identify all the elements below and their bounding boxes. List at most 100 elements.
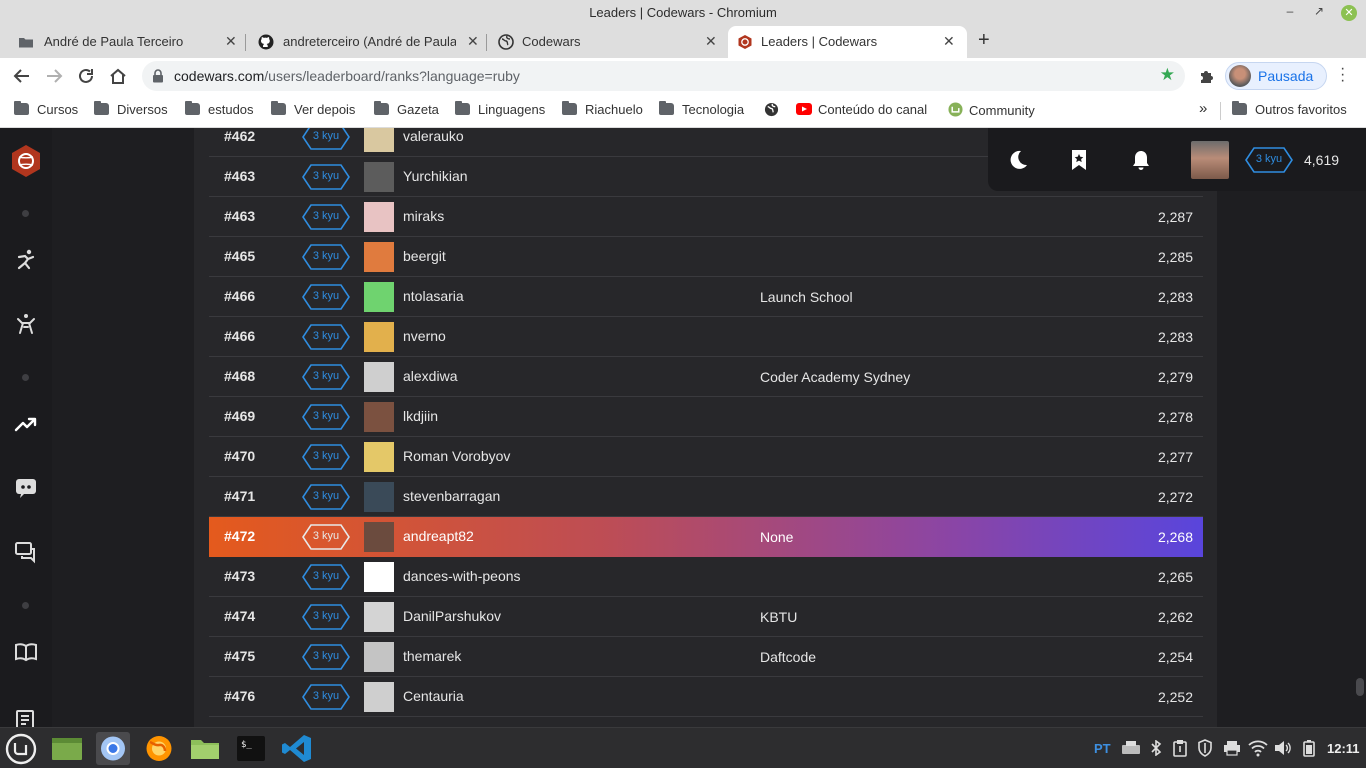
firefox-icon[interactable] [142,732,176,765]
avatar[interactable] [364,482,394,512]
table-row[interactable]: #463 3 kyu miraks 2,287 [209,197,1203,237]
address-bar[interactable]: codewars.com/users/leaderboard/ranks?lan… [142,61,1185,91]
username-link[interactable]: stevenbarragan [403,488,500,504]
extensions-puzzle-icon[interactable] [1198,67,1216,85]
lock-icon[interactable] [152,69,164,83]
table-row[interactable]: #470 3 kyu Roman Vorobyov 2,277 [209,437,1203,477]
update-manager-icon[interactable] [1120,740,1142,756]
avatar[interactable] [364,602,394,632]
bookmark-linguagens[interactable]: Linguagens [455,101,545,117]
username-link[interactable]: Centauria [403,688,464,704]
username-link[interactable]: beergit [403,248,446,264]
shield-icon[interactable] [1197,739,1213,757]
discord-icon[interactable] [14,476,38,500]
avatar[interactable] [364,128,394,152]
bookmarks-overflow-button[interactable]: » [1199,100,1207,117]
files-folder-icon[interactable] [188,732,222,765]
username-link[interactable]: andreapt82 [403,528,474,544]
back-icon[interactable] [12,66,32,86]
avatar[interactable] [364,402,394,432]
wifi-icon[interactable] [1248,739,1268,757]
printer-icon[interactable] [1223,740,1241,756]
codewars-logo-icon[interactable] [8,143,44,179]
mint-menu-icon[interactable] [4,732,38,765]
close-window-button[interactable]: ✕ [1341,5,1357,21]
docs-book-icon[interactable] [14,640,38,664]
username-link[interactable]: ntolasaria [403,288,464,304]
home-icon[interactable] [108,66,128,86]
username-link[interactable]: Yurchikian [403,168,468,184]
chrome-menu-icon[interactable]: · · · [1340,61,1345,89]
blog-news-icon[interactable] [14,708,38,727]
discussions-chat-icon[interactable] [14,540,38,564]
bookmark-riachuelo[interactable]: Riachuelo [562,101,643,117]
url-text[interactable]: codewars.com/users/leaderboard/ranks?lan… [174,68,520,84]
notifications-bell-icon[interactable] [1130,149,1152,171]
table-row[interactable]: #474 3 kyu DanilParshukov KBTU 2,262 [209,597,1203,637]
leaderboard-row-current-user[interactable]: #472 3 kyu andreapt82 None 2,268 [209,517,1203,557]
table-row[interactable]: #471 3 kyu stevenbarragan 2,272 [209,477,1203,517]
tab-codewars[interactable]: Codewars ✕ [487,26,727,58]
table-row[interactable]: #473 3 kyu dances-with-peons 2,265 [209,557,1203,597]
volume-icon[interactable] [1274,740,1292,756]
username-link[interactable]: dances-with-peons [403,568,521,584]
kata-practice-icon[interactable] [14,248,38,272]
avatar[interactable] [364,322,394,352]
username-link[interactable]: themarek [403,648,461,664]
table-row[interactable]: #466 3 kyu ntolasaria Launch School 2,283 [209,277,1203,317]
username-link[interactable]: valerauko [403,128,464,144]
username-link[interactable]: miraks [403,208,444,224]
bookmark-outros-favoritos[interactable]: Outros favoritos [1232,101,1347,117]
avatar[interactable] [364,242,394,272]
bluetooth-icon[interactable] [1150,740,1162,756]
username-link[interactable]: lkdjiin [403,408,438,424]
tab-andre-de-paula[interactable]: André de Paula Terceiro ✕ [0,26,245,58]
avatar[interactable] [364,682,394,712]
table-row[interactable]: #469 3 kyu lkdjiin 2,278 [209,397,1203,437]
avatar[interactable] [364,162,394,192]
bookmark-tecnologia[interactable]: Tecnologia [659,101,744,117]
bookmark-community[interactable]: Community [948,102,1035,118]
tab-github[interactable]: andreterceiro (André de Paula ✕ [246,26,486,58]
username-link[interactable]: Roman Vorobyov [403,448,510,464]
user-avatar[interactable] [1191,141,1229,179]
clipboard-icon[interactable] [1172,739,1188,757]
avatar[interactable] [364,202,394,232]
minimize-button[interactable]: – [1281,4,1299,18]
table-row[interactable]: #468 3 kyu alexdiwa Coder Academy Sydney 2,2… [209,357,1203,397]
maximize-button[interactable]: ↗ [1310,4,1328,18]
username-link[interactable]: nverno [403,328,446,344]
avatar[interactable] [364,642,394,672]
bookmark-cursos[interactable]: Cursos [14,101,78,117]
table-row[interactable]: #466 3 kyu nverno 2,283 [209,317,1203,357]
table-row[interactable]: #465 3 kyu beergit 2,285 [209,237,1203,277]
avatar[interactable] [364,522,394,552]
bookmark-diversos[interactable]: Diversos [94,101,168,117]
bookmark-gazeta[interactable]: Gazeta [374,101,439,117]
leaderboard-trending-icon[interactable] [14,412,38,436]
bookmark-globe[interactable] [764,102,779,118]
show-desktop-icon[interactable] [50,732,84,765]
bookmark-ver-depois[interactable]: Ver depois [271,101,355,117]
clock[interactable]: 12:11 [1327,741,1360,756]
bookmark-conteudo-do-canal[interactable]: Conteúdo do canal [796,102,927,117]
reload-icon[interactable] [76,66,96,86]
username-link[interactable]: alexdiwa [403,368,457,384]
tab-leaders-codewars[interactable]: Leaders | Codewars ✕ [728,26,967,58]
battery-icon[interactable] [1302,739,1316,757]
avatar[interactable] [364,442,394,472]
table-row[interactable]: #475 3 kyu themarek Daftcode 2,254 [209,637,1203,677]
vscode-icon[interactable] [280,732,314,765]
terminal-icon[interactable]: $_ [234,732,268,765]
username-link[interactable]: DanilParshukov [403,608,501,624]
keyboard-layout-indicator[interactable]: PT [1094,741,1111,756]
table-row[interactable]: #476 3 kyu Centauria 2,252 [209,677,1203,717]
profile-button[interactable]: Pausada [1225,62,1327,90]
training-icon[interactable] [14,312,38,336]
close-tab-icon[interactable]: ✕ [705,33,717,50]
bookmark-estudos[interactable]: estudos [185,101,254,117]
close-tab-icon[interactable]: ✕ [943,33,955,50]
scrollbar-thumb[interactable] [1356,678,1364,696]
forward-icon[interactable] [44,66,64,86]
avatar[interactable] [364,562,394,592]
